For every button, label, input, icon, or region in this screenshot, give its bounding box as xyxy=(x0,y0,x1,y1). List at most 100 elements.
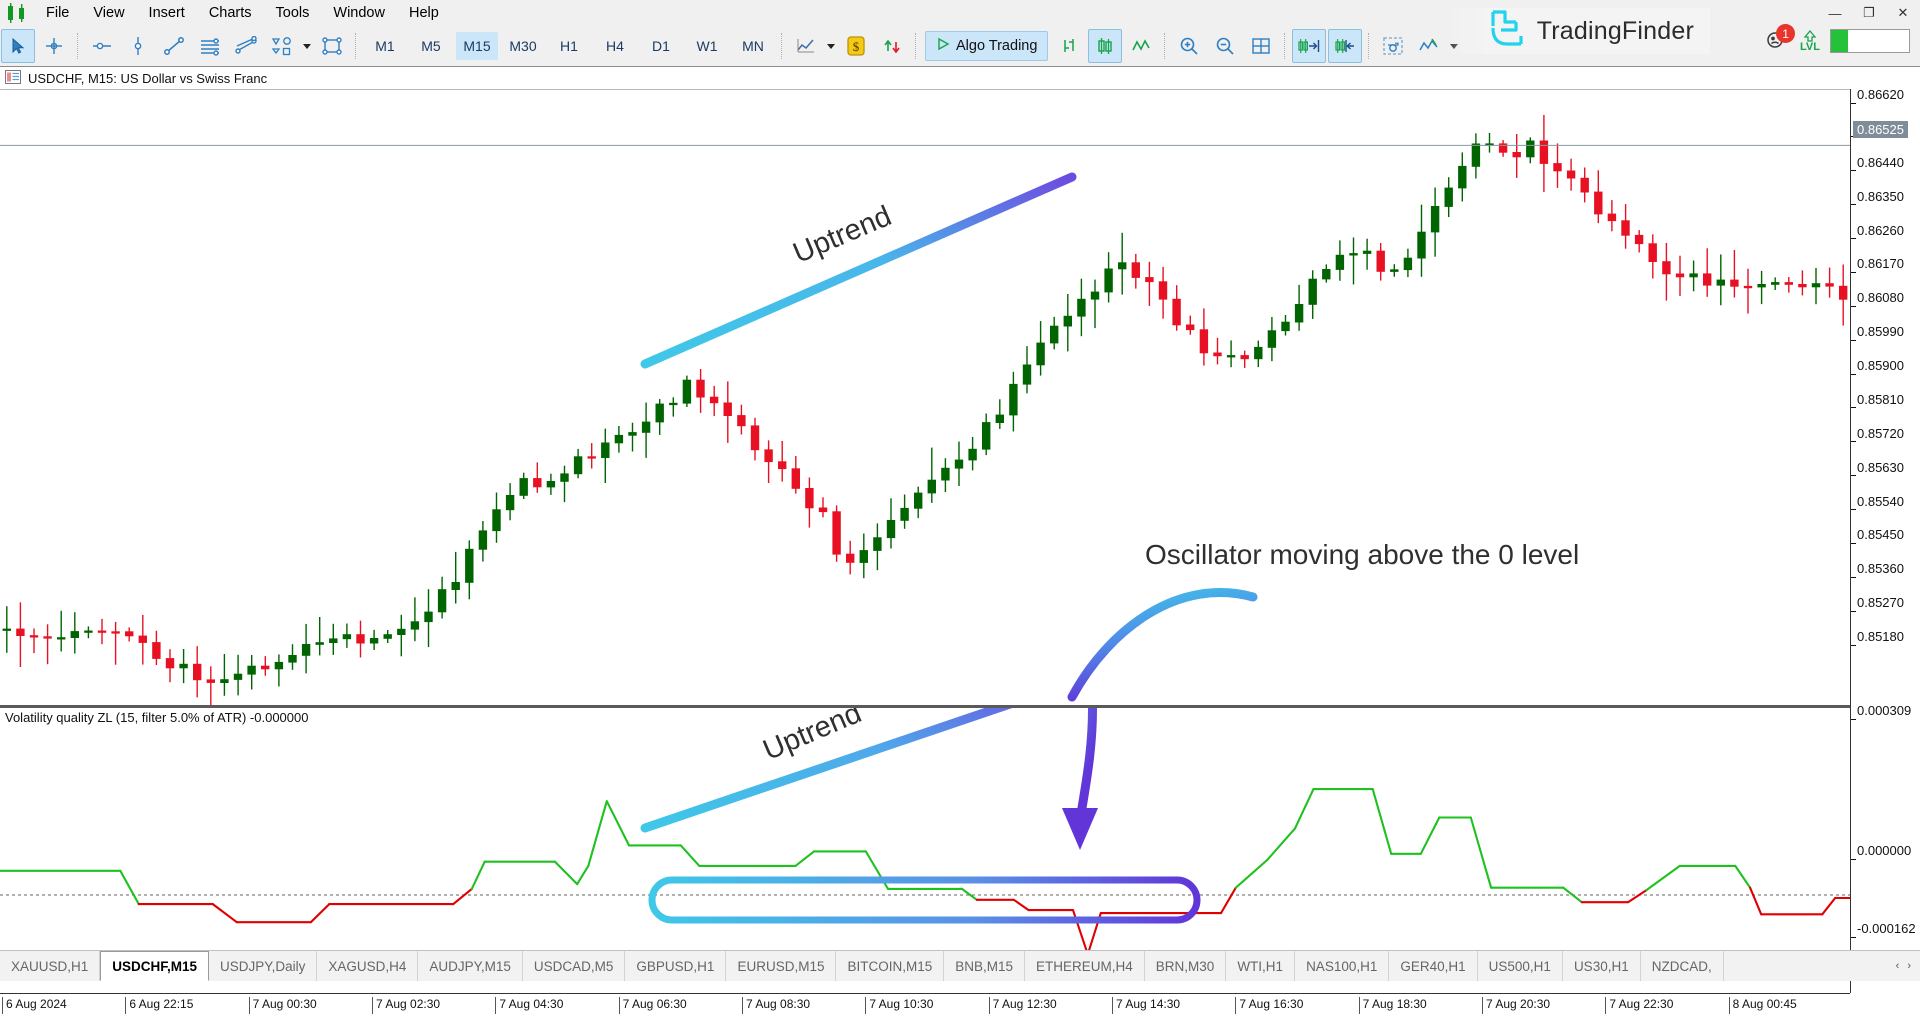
candlestick-series xyxy=(0,114,1850,705)
chart-tab[interactable]: USDCAD,M5 xyxy=(523,951,626,981)
price-chart-pane[interactable]: Uptrend xyxy=(0,89,1850,705)
timeframe-m15[interactable]: M15 xyxy=(456,32,498,60)
level-label: LVL xyxy=(1800,40,1820,53)
tab-scroll-right-button[interactable]: › xyxy=(1904,960,1914,972)
chart-tab[interactable]: BNB,M15 xyxy=(944,951,1026,981)
shapes-dropdown-icon[interactable] xyxy=(300,31,314,61)
chart-tab[interactable]: USDJPY,Daily xyxy=(209,951,318,981)
toolbar-divider xyxy=(1164,33,1166,59)
price-axis-tick: 0.85180 xyxy=(1851,629,1904,652)
arrows-up-down-icon[interactable] xyxy=(875,29,909,63)
tab-scroll-controls: ‹ › xyxy=(1887,951,1920,981)
chart-type-dropdown-icon[interactable] xyxy=(824,31,838,61)
horizontal-line-icon[interactable] xyxy=(85,29,119,63)
indicators-icon[interactable] xyxy=(1412,29,1446,63)
zoom-out-icon[interactable] xyxy=(1208,29,1242,63)
chart-tab[interactable]: USDCHF,M15 xyxy=(100,951,210,981)
chart-tab[interactable]: BITCOIN,M15 xyxy=(836,951,945,981)
price-axis-tick: 0.86350 xyxy=(1851,189,1904,212)
chart-tab[interactable]: GBPUSD,H1 xyxy=(625,951,727,981)
timeframe-m30[interactable]: M30 xyxy=(502,32,544,60)
menu-tools[interactable]: Tools xyxy=(264,2,322,24)
time-axis-tick: 8 Aug 00:45 xyxy=(1728,997,1797,1014)
time-axis-tick: 6 Aug 22:15 xyxy=(125,997,193,1014)
notifications-button[interactable]: 1 xyxy=(1764,24,1796,54)
maximize-button[interactable]: ❐ xyxy=(1852,1,1886,25)
chart-tab[interactable]: XAUUSD,H1 xyxy=(0,951,101,981)
minimize-button[interactable]: — xyxy=(1818,1,1852,25)
trendline-icon[interactable] xyxy=(157,29,191,63)
candlestick-icon[interactable] xyxy=(1088,29,1123,63)
chart-tab[interactable]: WTI,H1 xyxy=(1226,951,1296,981)
indicator-axis-tick: 0.000309 xyxy=(1851,703,1911,726)
cursor-icon[interactable] xyxy=(1,29,35,63)
price-axis-tick: 0.86620 xyxy=(1851,87,1904,110)
menu-help[interactable]: Help xyxy=(397,2,451,24)
algo-trading-button[interactable]: Algo Trading xyxy=(925,31,1049,61)
chart-tab[interactable]: AUDJPY,M15 xyxy=(418,951,523,981)
time-axis-tick: 7 Aug 02:30 xyxy=(372,997,440,1014)
tab-scroll-left-button[interactable]: ‹ xyxy=(1893,960,1903,972)
level-indicator[interactable]: LVL xyxy=(1800,29,1820,53)
brand-name: TradingFinder xyxy=(1536,16,1694,45)
close-button[interactable]: ✕ xyxy=(1886,1,1920,25)
crosshair-icon[interactable] xyxy=(37,29,71,63)
bar-chart-icon[interactable] xyxy=(1052,29,1086,63)
grid-icon[interactable] xyxy=(1244,29,1278,63)
fibonacci-icon[interactable] xyxy=(193,29,227,63)
chart-tab[interactable]: NAS100,H1 xyxy=(1295,951,1390,981)
tradingfinder-brand: TradingFinder xyxy=(1442,8,1710,55)
price-axis-tick: 0.86170 xyxy=(1851,256,1904,279)
chart-tab[interactable]: EURUSD,M15 xyxy=(726,951,837,981)
time-axis-tick: 7 Aug 16:30 xyxy=(1235,997,1303,1014)
timeframe-w1[interactable]: W1 xyxy=(686,32,728,60)
channel-icon[interactable] xyxy=(229,29,263,63)
chart-tab[interactable]: BRN,M30 xyxy=(1145,951,1227,981)
time-axis-tick: 7 Aug 12:30 xyxy=(988,997,1057,1014)
chart-tab[interactable]: NZDCAD, xyxy=(1641,951,1724,981)
time-axis-tick: 7 Aug 22:30 xyxy=(1605,997,1673,1014)
metatrader-logo-icon xyxy=(4,3,30,23)
shift-right-icon[interactable] xyxy=(1292,29,1327,63)
menu-insert[interactable]: Insert xyxy=(137,2,197,24)
time-axis-tick: 7 Aug 18:30 xyxy=(1358,997,1427,1014)
tradingfinder-logo-icon xyxy=(1483,8,1527,55)
chart-tab[interactable]: US30,H1 xyxy=(1563,951,1641,981)
timeframe-m5[interactable]: M5 xyxy=(410,32,452,60)
shift-left-icon[interactable] xyxy=(1328,29,1363,63)
timeframe-h1[interactable]: H1 xyxy=(548,32,590,60)
time-axis-tick: 7 Aug 08:30 xyxy=(742,997,810,1014)
screenshot-icon[interactable] xyxy=(1376,29,1410,63)
timeframe-m1[interactable]: M1 xyxy=(364,32,406,60)
chart-tab[interactable]: US500,H1 xyxy=(1478,951,1563,981)
timeframe-h4[interactable]: H4 xyxy=(594,32,636,60)
menu-file[interactable]: File xyxy=(34,2,81,24)
status-area: 1 LVL xyxy=(1764,24,1910,54)
price-axis-tick: 0.85810 xyxy=(1851,392,1904,415)
chart-tab[interactable]: GER40,H1 xyxy=(1389,951,1478,981)
time-axis-tick: 7 Aug 10:30 xyxy=(865,997,933,1014)
price-axis-tick: 0.86260 xyxy=(1851,223,1904,246)
timeframe-d1[interactable]: D1 xyxy=(640,32,682,60)
line-chart-icon[interactable] xyxy=(1124,29,1158,63)
chart-window-icon xyxy=(5,69,21,87)
menu-charts[interactable]: Charts xyxy=(197,2,264,24)
selection-box-icon[interactable] xyxy=(315,29,349,63)
chart-type-icon[interactable] xyxy=(789,29,823,63)
chart-tab[interactable]: XAGUSD,H4 xyxy=(317,951,419,981)
shapes-icon[interactable] xyxy=(265,29,299,63)
price-axis-tick: 0.86440 xyxy=(1851,155,1904,178)
chart-tab[interactable]: ETHEREUM,H4 xyxy=(1025,951,1145,981)
vertical-line-icon[interactable] xyxy=(121,29,155,63)
time-axis-tick: 7 Aug 04:30 xyxy=(495,997,563,1014)
menu-window[interactable]: Window xyxy=(321,2,397,24)
price-axis-tick: 0.86080 xyxy=(1851,290,1904,313)
chart-window: USDCHF, M15: US Dollar vs Swiss Franc Up… xyxy=(0,66,1920,1018)
timeframe-mn[interactable]: MN xyxy=(732,32,774,60)
price-axis[interactable]: 0.866200.865250.865250.864400.863500.862… xyxy=(1850,87,1920,993)
menu-view[interactable]: View xyxy=(81,2,136,24)
toolbar-divider xyxy=(77,33,79,59)
zoom-in-icon[interactable] xyxy=(1172,29,1206,63)
dollar-icon[interactable]: $ xyxy=(839,29,873,63)
time-axis[interactable]: 6 Aug 2024 6 Aug 22:15 7 Aug 00:30 7 Aug 02… xyxy=(0,993,1850,1018)
